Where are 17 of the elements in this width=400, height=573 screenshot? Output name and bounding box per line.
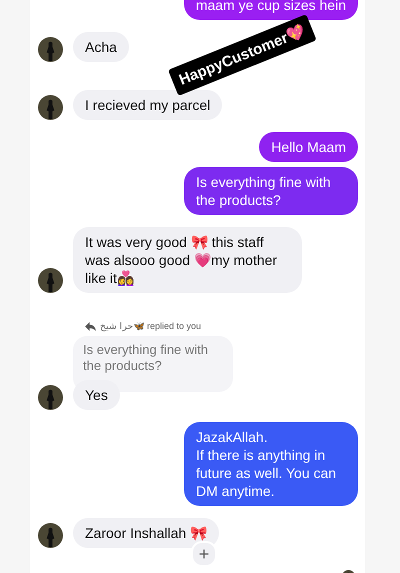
avatar-icon	[38, 523, 63, 548]
reply-label: حرا شیخ🦋 replied to you	[100, 321, 202, 331]
received-message: I recieved my parcel	[73, 90, 222, 120]
avatar-icon	[38, 95, 63, 120]
received-message: Yes	[73, 380, 120, 410]
add-reaction-button[interactable]: +	[191, 541, 218, 567]
received-message: Zaroor Inshallah 🎀	[73, 518, 220, 548]
sent-message: JazakAllah. If there is anything in future as well. You can DM anytime.	[184, 422, 358, 506]
avatar-icon	[38, 268, 63, 293]
sent-message: Is everything fine with the products?	[184, 167, 358, 215]
received-message: It was very good 🎀 this staff was alsooo good 💗my mother like it👩‍❤‍👩	[73, 227, 302, 293]
received-message: Acha	[73, 32, 129, 62]
reply-icon	[85, 322, 96, 330]
sent-message: Hello Maam	[259, 132, 358, 162]
avatar-icon	[38, 37, 63, 62]
avatar-icon	[38, 385, 63, 410]
sent-message: maam ye cup sizes hein	[184, 0, 358, 20]
